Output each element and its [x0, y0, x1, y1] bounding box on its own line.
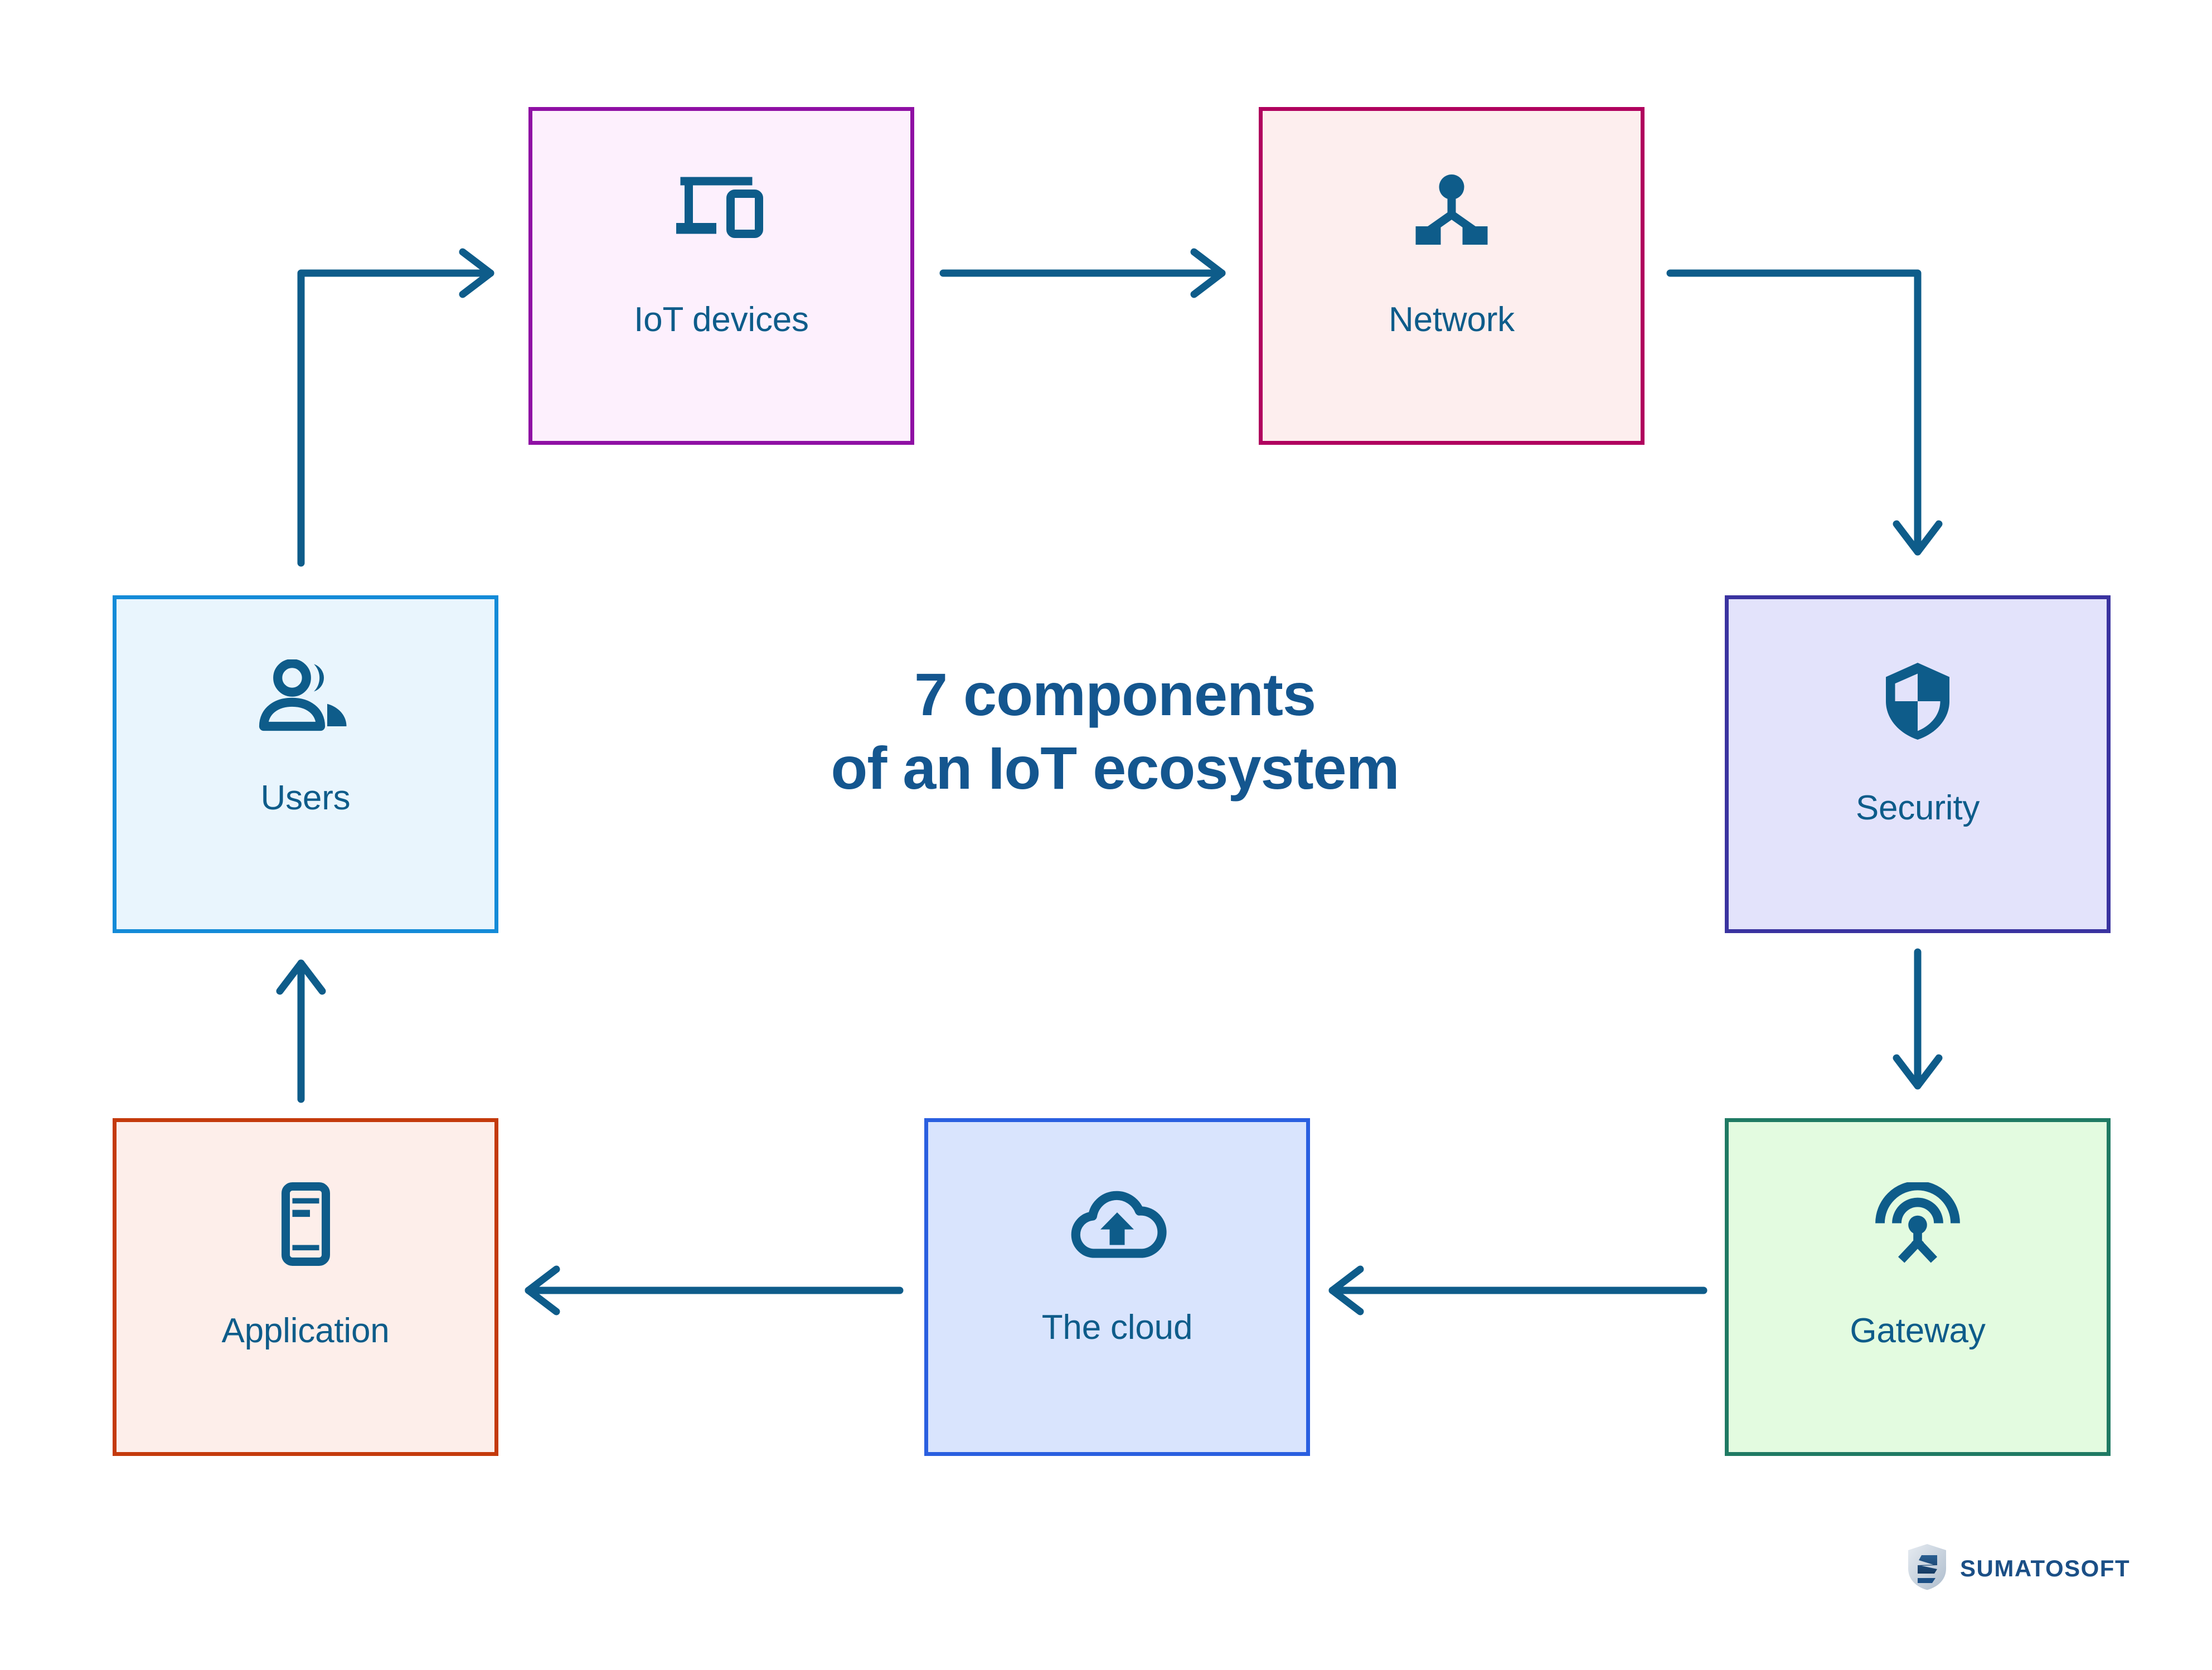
connector-the-cloud-to-application	[525, 1265, 904, 1315]
node-label: Gateway	[1850, 1312, 1986, 1350]
node-gateway[interactable]: Gateway	[1725, 1118, 2117, 1462]
smartphone-icon	[117, 1182, 494, 1266]
shield-icon	[1729, 659, 2107, 743]
node-label: Users	[260, 779, 351, 817]
connector-security-to-gateway	[1893, 948, 1943, 1090]
network-hierarchy-icon	[1263, 171, 1641, 255]
node-shadow	[127, 1132, 505, 1462]
node-application[interactable]: Application	[113, 1118, 505, 1462]
node-shadow	[938, 1132, 1316, 1462]
node-iot-devices[interactable]: IoT devices	[528, 107, 920, 451]
node-shadow	[1273, 121, 1651, 451]
node-users[interactable]: Users	[113, 595, 505, 939]
title-line-2: of an IoT ecosystem	[831, 734, 1399, 802]
node-label: The cloud	[1041, 1308, 1193, 1347]
node-shadow	[1739, 609, 2117, 939]
node-label: IoT devices	[634, 300, 809, 339]
node-label: Security	[1855, 789, 1980, 827]
connector-iot-devices-to-network	[939, 248, 1226, 298]
node-label: Network	[1389, 300, 1515, 339]
sumatosoft-shield-icon	[1907, 1543, 1948, 1594]
sumatosoft-logo: SUMATOSOFT	[1907, 1543, 2130, 1594]
cloud-upload-icon	[928, 1182, 1306, 1263]
node-shadow	[542, 121, 920, 451]
devices-icon	[532, 171, 910, 255]
connector-network-to-security	[1666, 269, 1943, 556]
logo-wordmark: SUMATOSOFT	[1960, 1555, 2131, 1581]
node-shadow	[1739, 1132, 2117, 1462]
node-the-cloud[interactable]: The cloud	[924, 1118, 1316, 1462]
diagram-title: 7 components of an IoT ecosystem	[624, 658, 1605, 805]
antenna-broadcast-icon	[1729, 1182, 2107, 1266]
connector-application-to-users	[276, 959, 326, 1103]
connector-gateway-to-the-cloud	[1328, 1265, 1707, 1315]
title-line-1: 7 components	[914, 661, 1316, 728]
node-label: Application	[221, 1312, 390, 1350]
node-shadow	[127, 609, 505, 939]
node-network[interactable]: Network	[1259, 107, 1651, 451]
node-security[interactable]: Security	[1725, 595, 2117, 939]
users-group-icon	[117, 659, 494, 733]
connector-users-to-iot-devices	[297, 248, 494, 567]
diagram-canvas: IoT devices Network Security Gateway The…	[0, 0, 2212, 1670]
